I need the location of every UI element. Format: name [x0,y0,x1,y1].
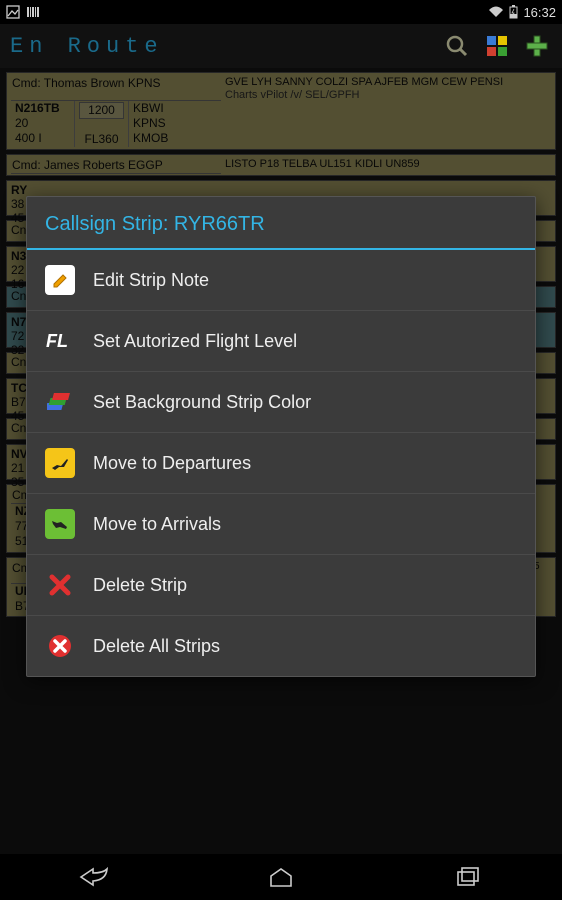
dialog-item-label: Delete Strip [93,575,187,596]
dialog-item-label: Move to Departures [93,453,251,474]
puzzle-icon[interactable] [482,31,512,61]
android-status-bar: 16:32 [0,0,562,24]
dialog-title: Callsign Strip: RYR66TR [27,197,535,250]
set-flight-level-item[interactable]: FL Set Autorized Flight Level [27,311,535,372]
app-title: En Route [10,34,434,59]
app-header: En Route [0,24,562,68]
delete-icon [45,570,75,600]
barcode-icon [26,5,40,19]
dialog-scrim[interactable]: Callsign Strip: RYR66TR Edit Strip Note … [0,68,562,854]
dialog-item-label: Move to Arrivals [93,514,221,535]
callsign-strip-dialog: Callsign Strip: RYR66TR Edit Strip Note … [26,196,536,677]
recent-button[interactable] [438,862,498,892]
add-button[interactable] [522,31,552,61]
move-departures-item[interactable]: Move to Departures [27,433,535,494]
svg-text:FL: FL [46,331,68,351]
wifi-icon [488,6,504,18]
dialog-item-label: Set Autorized Flight Level [93,331,297,352]
move-arrivals-item[interactable]: Move to Arrivals [27,494,535,555]
arrivals-icon [45,509,75,539]
battery-icon [509,5,518,19]
edit-note-icon [45,265,75,295]
dialog-item-label: Set Background Strip Color [93,392,311,413]
back-button[interactable] [64,862,124,892]
delete-all-icon [45,631,75,661]
search-button[interactable] [442,31,472,61]
departures-icon [45,448,75,478]
delete-strip-item[interactable]: Delete Strip [27,555,535,616]
status-time: 16:32 [523,5,556,20]
color-stack-icon [45,387,75,417]
set-color-item[interactable]: Set Background Strip Color [27,372,535,433]
dialog-item-label: Delete All Strips [93,636,220,657]
home-button[interactable] [251,862,311,892]
delete-all-strips-item[interactable]: Delete All Strips [27,616,535,676]
android-nav-bar [0,854,562,900]
dialog-item-label: Edit Strip Note [93,270,209,291]
image-icon [6,5,20,19]
edit-strip-note-item[interactable]: Edit Strip Note [27,250,535,311]
flight-level-icon: FL [45,326,75,356]
